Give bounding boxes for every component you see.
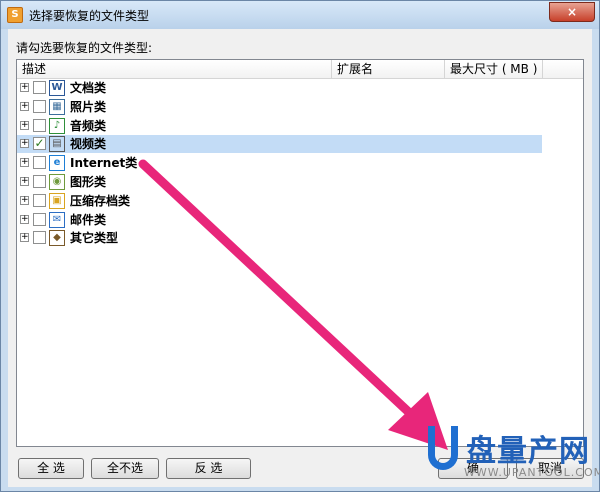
tree-row[interactable]: + ◉ 图形类	[17, 173, 583, 191]
photo-icon: ▦	[49, 98, 65, 115]
type-checkbox[interactable]	[33, 212, 46, 226]
type-label: 其它类型	[70, 231, 119, 246]
type-label: 照片类	[70, 99, 107, 114]
watermark-url: WWW.UPANTOOL.COM	[464, 466, 600, 479]
tree-row[interactable]: + W 文档类	[17, 79, 583, 97]
type-checkbox[interactable]	[33, 231, 46, 245]
graphics-icon: ◉	[49, 174, 65, 190]
type-checkbox[interactable]: ✓	[33, 137, 46, 151]
title-bar[interactable]: S 选择要恢复的文件类型 ×	[1, 1, 599, 29]
type-label: 音频类	[70, 118, 107, 133]
type-label: Internet类	[70, 156, 138, 171]
expand-toggle[interactable]: +	[20, 158, 29, 168]
type-label: 文档类	[70, 81, 107, 95]
type-checkbox[interactable]	[33, 99, 46, 113]
type-checkbox[interactable]	[33, 118, 46, 132]
type-checkbox[interactable]	[33, 175, 46, 188]
tree-row[interactable]: + ▦ 照片类	[17, 98, 583, 116]
type-label: 视频类	[70, 137, 107, 152]
other-file-icon: ◆	[49, 230, 65, 247]
tree-row[interactable]: + ♪ 音频类	[17, 117, 583, 135]
expand-toggle[interactable]: +	[20, 120, 29, 130]
file-type-list[interactable]: 描述 扩展名 最大尺寸 ( MB ) + W 文档类 + ▦ 照片类 + ♪ 音频类 + ✓ ▤ 视频类…	[16, 59, 584, 447]
tree-row[interactable]: + ✓ ▤ 视频类	[17, 135, 583, 154]
column-header-max-size[interactable]: 最大尺寸 ( MB )	[445, 60, 543, 78]
watermark-u-logo	[428, 426, 458, 470]
dialog-client-area: 请勾选要恢复的文件类型: 描述 扩展名 最大尺寸 ( MB ) + W 文档类 + ▦ 照…	[8, 29, 592, 487]
list-header: 描述 扩展名 最大尺寸 ( MB )	[17, 60, 583, 79]
select-all-button[interactable]: 全 选	[18, 458, 84, 479]
select-none-button[interactable]: 全不选	[91, 458, 159, 479]
close-button[interactable]: ×	[549, 2, 595, 22]
expand-toggle[interactable]: +	[20, 195, 29, 205]
tree-row[interactable]: + e Internet类	[17, 154, 583, 172]
watermark: 盘量产网 WWW.UPANTOOL.COM	[428, 426, 600, 488]
video-icon: ▤	[49, 136, 65, 153]
expand-toggle[interactable]: +	[20, 139, 29, 149]
expand-toggle[interactable]: +	[20, 83, 29, 92]
instruction-label: 请勾选要恢复的文件类型:	[16, 41, 153, 55]
tree-row[interactable]: + ✉ 邮件类	[17, 211, 583, 229]
tree-row[interactable]: + ▣ 压缩存档类	[17, 192, 583, 210]
audio-icon: ♪	[49, 117, 65, 134]
internet-explorer-icon: e	[49, 155, 65, 172]
word-document-icon: W	[49, 80, 65, 96]
window-title: 选择要恢复的文件类型	[29, 9, 150, 23]
type-label: 邮件类	[70, 212, 107, 227]
type-label: 压缩存档类	[70, 193, 131, 208]
type-checkbox[interactable]	[33, 156, 46, 170]
expand-toggle[interactable]: +	[20, 233, 29, 243]
mail-icon: ✉	[49, 211, 65, 228]
watermark-text: 盘量产网	[466, 434, 590, 469]
app-icon: S	[7, 7, 23, 23]
column-header-description[interactable]: 描述	[17, 60, 332, 78]
column-header-extension[interactable]: 扩展名	[332, 60, 445, 78]
archive-icon: ▣	[49, 192, 65, 209]
tree-row[interactable]: + ◆ 其它类型	[17, 229, 583, 247]
type-checkbox[interactable]	[33, 81, 46, 94]
type-checkbox[interactable]	[33, 193, 46, 207]
dialog-window: S 选择要恢复的文件类型 × 请勾选要恢复的文件类型: 描述 扩展名 最大尺寸 …	[0, 0, 600, 492]
expand-toggle[interactable]: +	[20, 214, 29, 224]
type-label: 图形类	[70, 175, 107, 189]
invert-selection-button[interactable]: 反 选	[166, 458, 251, 479]
expand-toggle[interactable]: +	[20, 101, 29, 111]
expand-toggle[interactable]: +	[20, 177, 29, 186]
